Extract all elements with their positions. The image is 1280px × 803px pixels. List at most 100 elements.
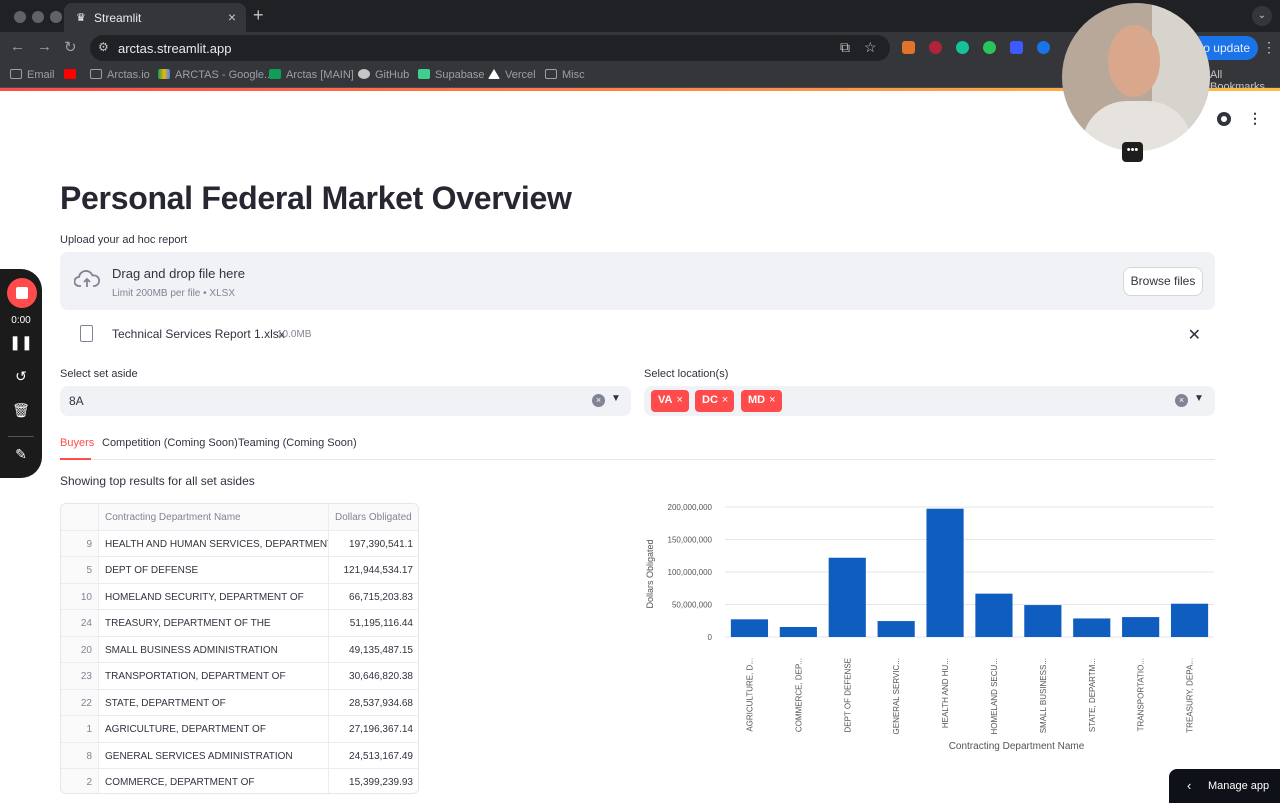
table-row[interactable]: 1 AGRICULTURE, DEPARTMENT OF 27,196,367.14	[61, 716, 418, 743]
bookmark-vercel[interactable]: Vercel	[488, 69, 536, 81]
table-row[interactable]: 20 SMALL BUSINESS ADMINISTRATION 49,135,48…	[61, 636, 418, 663]
bookmark-misc[interactable]: Misc	[545, 69, 585, 81]
install-app-icon[interactable]: ⧉	[840, 39, 850, 56]
window-zoom-dot[interactable]	[50, 11, 62, 23]
person-head	[1108, 25, 1160, 97]
file-dropzone[interactable]: Drag and drop file here Limit 200MB per …	[60, 252, 1215, 310]
extension-green-icon[interactable]	[983, 41, 996, 54]
metamask-extension-icon[interactable]	[902, 41, 915, 54]
file-name: Technical Services Report 1.xlsx	[112, 327, 285, 341]
new-tab-icon[interactable]: +	[253, 5, 264, 26]
set-aside-label: Select set aside	[60, 368, 138, 380]
reload-icon[interactable]: ↻	[64, 38, 77, 56]
bookmark-youtube[interactable]	[64, 69, 81, 81]
pencil-icon[interactable]: ✎	[0, 446, 42, 463]
location-chip-md[interactable]: MD ×	[741, 390, 782, 412]
window-minimize-dot[interactable]	[32, 11, 44, 23]
bookmark-arctas-io[interactable]: Arctas.io	[90, 69, 150, 81]
close-tab-icon[interactable]: ×	[228, 9, 236, 25]
extension-icon[interactable]	[929, 41, 942, 54]
location-chip-va[interactable]: VA ×	[651, 390, 689, 412]
bar	[828, 557, 866, 637]
table-row[interactable]: 9 HEALTH AND HUMAN SERVICES, DEPARTMENT O…	[61, 530, 418, 557]
row-index: 5	[61, 557, 99, 583]
set-aside-select[interactable]: 8A × ▼	[60, 386, 631, 416]
app-menu-icon[interactable]: ⋮	[1248, 110, 1262, 127]
bookmark-email[interactable]: Email	[10, 69, 55, 81]
dollars-cell: 27,196,367.14	[349, 724, 413, 735]
remove-chip-icon[interactable]: ×	[769, 394, 775, 406]
location-chip-dc[interactable]: DC ×	[695, 390, 735, 412]
remove-file-icon[interactable]: ✕	[1188, 325, 1201, 345]
row-index: 20	[61, 636, 99, 662]
webcam-bubble[interactable]	[1062, 3, 1210, 151]
tab-buyers[interactable]: Buyers	[60, 437, 94, 449]
table-row[interactable]: 8 GENERAL SERVICES ADMINISTRATION 24,513,1…	[61, 742, 418, 769]
webcam-more-icon[interactable]: •••	[1122, 142, 1143, 162]
table-row[interactable]: 24 TREASURY, DEPARTMENT OF THE 51,195,116.…	[61, 610, 418, 637]
back-icon[interactable]: ←	[10, 38, 25, 55]
remove-chip-icon[interactable]: ×	[676, 394, 682, 406]
table-row[interactable]: 5 DEPT OF DEFENSE 121,944,534.17	[61, 557, 418, 584]
folder-icon	[90, 69, 102, 79]
column-header-department[interactable]: Contracting Department Name	[99, 504, 329, 530]
extension-circle-icon[interactable]	[1037, 41, 1050, 54]
buyers-table[interactable]: Contracting Department Name Dollars Obli…	[60, 503, 419, 794]
window-close-dot[interactable]	[14, 11, 26, 23]
dollars-cell: 30,646,820.38	[349, 671, 413, 682]
x-tick-label: TREASURY, DEPA...	[1186, 658, 1195, 733]
site-settings-icon[interactable]: ⚙	[98, 40, 109, 54]
location-label: Select location(s)	[644, 368, 729, 380]
bookmark-github[interactable]: GitHub	[358, 69, 409, 81]
forward-icon[interactable]: →	[37, 38, 52, 55]
department-cell: TREASURY, DEPARTMENT OF THE	[99, 610, 329, 636]
grammarly-extension-icon[interactable]	[956, 41, 969, 54]
index-header	[61, 504, 99, 530]
department-cell: HOMELAND SECURITY, DEPARTMENT OF	[99, 583, 329, 609]
bookmark-supabase[interactable]: Supabase	[418, 69, 485, 81]
github-icon[interactable]	[1217, 112, 1231, 126]
dropzone-limits: Limit 200MB per file • XLSX	[112, 288, 235, 299]
bookmark-arctas-main[interactable]: Arctas [MAIN]	[269, 69, 354, 81]
row-index: 8	[61, 742, 99, 768]
browser-tab[interactable]: ♛ Streamlit ×	[64, 3, 246, 32]
table-row[interactable]: 2 COMMERCE, DEPARTMENT OF 15,399,239.93	[61, 769, 418, 793]
department-cell: COMMERCE, DEPARTMENT OF	[99, 769, 329, 793]
restart-icon[interactable]: ↺	[0, 368, 42, 385]
dollars-obligated-bar-chart[interactable]: 0 50,000,000 100,000,000 150,000,000 200,000…	[640, 495, 1220, 760]
tab-teaming[interactable]: Teaming (Coming Soon)	[238, 437, 357, 449]
pause-icon[interactable]: ❚❚	[0, 334, 42, 351]
browse-files-button[interactable]: Browse files	[1123, 267, 1203, 296]
address-bar[interactable]: ⚙ arctas.streamlit.app ⧉ ☆	[90, 35, 890, 61]
tab-search-icon[interactable]: ⌄	[1252, 6, 1272, 26]
table-row[interactable]: 10 HOMELAND SECURITY, DEPARTMENT OF 66,715…	[61, 583, 418, 610]
tab-competition[interactable]: Competition (Coming Soon)	[102, 437, 238, 449]
clear-selection-icon[interactable]: ×	[592, 394, 605, 407]
dollars-cell: 28,537,934.68	[349, 697, 413, 709]
stop-recording-button[interactable]	[7, 278, 37, 308]
extension-blue-icon[interactable]	[1010, 41, 1023, 54]
bar	[877, 621, 915, 637]
streamlit-favicon-icon: ♛	[76, 12, 86, 24]
chevron-down-icon[interactable]: ▼	[611, 393, 621, 404]
remove-chip-icon[interactable]: ×	[722, 394, 728, 406]
chrome-menu-icon[interactable]: ⋮	[1262, 39, 1276, 56]
chevron-left-icon: ‹	[1187, 778, 1192, 793]
chevron-down-icon[interactable]: ▼	[1194, 393, 1204, 404]
bookmark-arctas-drive[interactable]: ARCTAS - Google...	[158, 69, 273, 81]
bar	[730, 619, 769, 637]
screen-recorder-panel: 0:00 ❚❚ ↺ 🗑 ✎	[0, 269, 42, 478]
table-row[interactable]: 22 STATE, DEPARTMENT OF 28,537,934.68	[61, 689, 418, 716]
active-tab-indicator	[60, 458, 91, 460]
trash-icon[interactable]: 🗑	[0, 402, 42, 419]
bookmark-star-icon[interactable]: ☆	[864, 39, 877, 56]
upload-label: Upload your ad hoc report	[60, 234, 188, 246]
y-tick-label: 50,000,000	[672, 601, 713, 610]
manage-app-button[interactable]: ‹ Manage app	[1169, 769, 1280, 803]
table-row[interactable]: 23 TRANSPORTATION, DEPARTMENT OF 30,646,82…	[61, 663, 418, 690]
clear-selection-icon[interactable]: ×	[1175, 394, 1188, 407]
manage-app-label: Manage app	[1208, 780, 1270, 792]
column-header-dollars[interactable]: Dollars Obligated	[329, 504, 418, 530]
location-multiselect[interactable]: VA × DC × MD × × ▼	[644, 386, 1215, 416]
x-tick-label: TRANSPORTATIO...	[1137, 658, 1146, 731]
